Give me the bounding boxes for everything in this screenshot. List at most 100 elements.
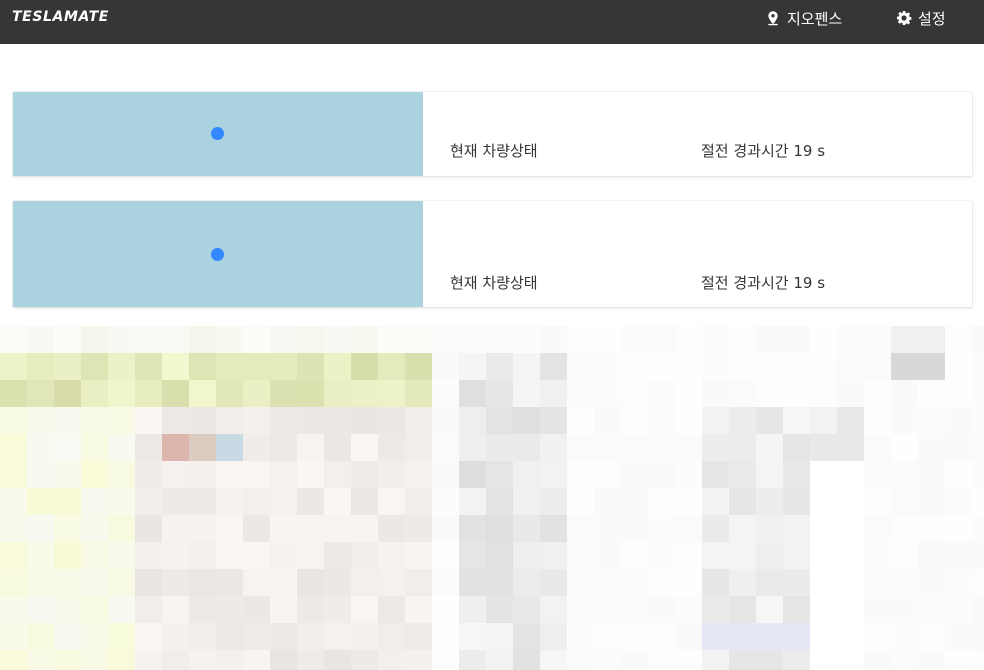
mosaic-cell xyxy=(243,434,270,461)
mosaic-cell xyxy=(459,380,486,407)
mosaic-cell xyxy=(729,353,756,380)
mosaic-cell xyxy=(810,407,837,434)
mosaic-cell xyxy=(108,488,135,515)
mosaic-cell xyxy=(351,488,378,515)
mosaic-cell xyxy=(675,326,702,353)
mosaic-cell xyxy=(108,434,135,461)
mosaic-cell xyxy=(756,326,783,353)
mosaic-cell xyxy=(459,326,486,353)
mosaic-cell xyxy=(675,353,702,380)
mosaic-cell xyxy=(729,650,756,670)
car-location-map[interactable] xyxy=(13,201,423,307)
mosaic-cell xyxy=(270,542,297,569)
mosaic-cell xyxy=(162,461,189,488)
mosaic-cell xyxy=(486,407,513,434)
mosaic-cell xyxy=(486,623,513,650)
mosaic-cell xyxy=(27,623,54,650)
mosaic-cell xyxy=(351,380,378,407)
mosaic-cell xyxy=(351,515,378,542)
mosaic-cell xyxy=(405,407,432,434)
mosaic-cell xyxy=(81,380,108,407)
mosaic-cell xyxy=(972,542,984,569)
mosaic-cell xyxy=(729,488,756,515)
sleep-elapsed-time: 절전 경과시간 19 s xyxy=(701,142,826,160)
mosaic-cell xyxy=(972,407,984,434)
mosaic-cell xyxy=(567,461,594,488)
mosaic-cell xyxy=(243,353,270,380)
mosaic-cell xyxy=(675,623,702,650)
mosaic-cell xyxy=(189,461,216,488)
mosaic-cell xyxy=(918,569,945,596)
mosaic-cell xyxy=(81,353,108,380)
mosaic-cell xyxy=(0,569,27,596)
mosaic-cell xyxy=(0,542,27,569)
mosaic-cell xyxy=(864,596,891,623)
mosaic-cell xyxy=(297,569,324,596)
mosaic-cell xyxy=(918,515,945,542)
mosaic-cell xyxy=(27,326,54,353)
nav-geofences-label: 지오펜스 xyxy=(787,9,843,28)
mosaic-cell xyxy=(0,380,27,407)
mosaic-cell xyxy=(810,434,837,461)
mosaic-cell xyxy=(540,434,567,461)
mosaic-cell xyxy=(837,488,864,515)
mosaic-cell xyxy=(675,434,702,461)
car-location-map[interactable] xyxy=(13,92,423,176)
mosaic-cell xyxy=(270,353,297,380)
mosaic-cell xyxy=(243,623,270,650)
mosaic-cell xyxy=(486,461,513,488)
mosaic-cell xyxy=(0,434,27,461)
mosaic-cell xyxy=(702,488,729,515)
mosaic-cell xyxy=(81,515,108,542)
mosaic-cell xyxy=(378,515,405,542)
mosaic-cell xyxy=(216,380,243,407)
mosaic-cell xyxy=(432,353,459,380)
mosaic-cell xyxy=(351,596,378,623)
mosaic-cell xyxy=(864,434,891,461)
mosaic-cell xyxy=(756,515,783,542)
mosaic-cell xyxy=(837,650,864,670)
mosaic-cell xyxy=(702,461,729,488)
mosaic-cell xyxy=(729,326,756,353)
mosaic-cell xyxy=(189,326,216,353)
mosaic-cell xyxy=(432,596,459,623)
mosaic-cell xyxy=(972,569,984,596)
mosaic-cell xyxy=(162,353,189,380)
mosaic-cell xyxy=(405,542,432,569)
brand-logo[interactable]: TESLAMATE xyxy=(12,9,109,25)
current-vehicle-state-label: 현재 차량상태 xyxy=(450,274,538,292)
mosaic-cell xyxy=(351,542,378,569)
mosaic-cell xyxy=(270,569,297,596)
mosaic-cell xyxy=(0,407,27,434)
mosaic-cell xyxy=(918,623,945,650)
mosaic-cell xyxy=(81,326,108,353)
car-summary-card[interactable]: 현재 차량상태 절전 경과시간 19 s xyxy=(13,201,972,307)
mosaic-cell xyxy=(270,596,297,623)
mosaic-cell xyxy=(351,623,378,650)
mosaic-cell xyxy=(945,380,972,407)
mosaic-cell xyxy=(324,650,351,670)
mosaic-cell xyxy=(972,515,984,542)
mosaic-cell xyxy=(405,515,432,542)
mosaic-cell xyxy=(324,596,351,623)
mosaic-cell xyxy=(108,623,135,650)
mosaic-cell xyxy=(783,488,810,515)
mosaic-cell xyxy=(108,596,135,623)
mosaic-cell xyxy=(27,596,54,623)
mosaic-cell xyxy=(405,461,432,488)
mosaic-cell xyxy=(567,380,594,407)
mosaic-cell xyxy=(891,569,918,596)
mosaic-cell xyxy=(729,515,756,542)
mosaic-cell xyxy=(918,461,945,488)
nav-geofences[interactable]: 지오펜스 xyxy=(765,8,842,28)
mosaic-cell xyxy=(702,596,729,623)
mosaic-cell xyxy=(270,461,297,488)
car-summary-card[interactable]: 현재 차량상태 절전 경과시간 19 s xyxy=(13,92,972,176)
mosaic-cell xyxy=(108,326,135,353)
mosaic-cell xyxy=(540,596,567,623)
nav-settings[interactable]: 설정 xyxy=(896,8,946,28)
mosaic-cell xyxy=(243,488,270,515)
mosaic-cell xyxy=(783,407,810,434)
mosaic-cell xyxy=(243,407,270,434)
mosaic-cell xyxy=(891,650,918,670)
